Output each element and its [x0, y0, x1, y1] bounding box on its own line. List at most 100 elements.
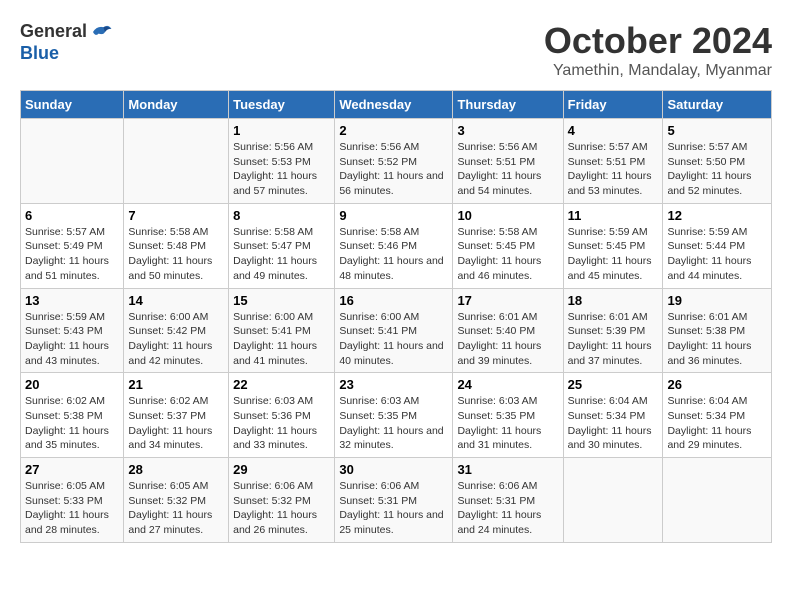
day-info: Sunrise: 6:01 AM Sunset: 5:38 PM Dayligh… [667, 310, 767, 369]
calendar-cell: 26 Sunrise: 6:04 AM Sunset: 5:34 PM Dayli… [663, 373, 772, 458]
day-number: 23 [339, 377, 448, 392]
calendar-cell: 17 Sunrise: 6:01 AM Sunset: 5:40 PM Dayli… [453, 288, 563, 373]
calendar-cell: 9 Sunrise: 5:58 AM Sunset: 5:46 PM Daylig… [335, 203, 453, 288]
day-info: Sunrise: 6:01 AM Sunset: 5:39 PM Dayligh… [568, 310, 659, 369]
day-info: Sunrise: 5:59 AM Sunset: 5:43 PM Dayligh… [25, 310, 119, 369]
day-info: Sunrise: 5:59 AM Sunset: 5:45 PM Dayligh… [568, 225, 659, 284]
calendar-cell [21, 119, 124, 204]
day-info: Sunrise: 6:05 AM Sunset: 5:32 PM Dayligh… [128, 479, 224, 538]
day-number: 7 [128, 208, 224, 223]
day-number: 4 [568, 123, 659, 138]
day-info: Sunrise: 6:00 AM Sunset: 5:41 PM Dayligh… [339, 310, 448, 369]
calendar-week-row: 20 Sunrise: 6:02 AM Sunset: 5:38 PM Dayli… [21, 373, 772, 458]
calendar-cell: 3Sunrise: 5:56 AM Sunset: 5:51 PM Daylig… [453, 119, 563, 204]
calendar-cell: 30Sunrise: 6:06 AM Sunset: 5:31 PM Dayli… [335, 458, 453, 543]
calendar-week-row: 1 Sunrise: 5:56 AM Sunset: 5:53 PM Daylig… [21, 119, 772, 204]
day-info: Sunrise: 5:56 AM Sunset: 5:51 PM Dayligh… [457, 140, 558, 199]
calendar-cell: 13 Sunrise: 5:59 AM Sunset: 5:43 PM Dayli… [21, 288, 124, 373]
calendar-week-row: 6Sunrise: 5:57 AM Sunset: 5:49 PM Daylig… [21, 203, 772, 288]
calendar-cell: 20 Sunrise: 6:02 AM Sunset: 5:38 PM Dayli… [21, 373, 124, 458]
calendar-cell: 25Sunrise: 6:04 AM Sunset: 5:34 PM Dayli… [563, 373, 663, 458]
calendar-cell: 21 Sunrise: 6:02 AM Sunset: 5:37 PM Dayli… [124, 373, 229, 458]
logo-general-text: General [20, 22, 87, 42]
day-number: 2 [339, 123, 448, 138]
day-number: 30 [339, 462, 448, 477]
day-number: 25 [568, 377, 659, 392]
calendar-cell: 4 Sunrise: 5:57 AM Sunset: 5:51 PM Daylig… [563, 119, 663, 204]
day-number: 14 [128, 293, 224, 308]
calendar-cell: 27Sunrise: 6:05 AM Sunset: 5:33 PM Dayli… [21, 458, 124, 543]
calendar-cell: 6Sunrise: 5:57 AM Sunset: 5:49 PM Daylig… [21, 203, 124, 288]
day-info: Sunrise: 6:00 AM Sunset: 5:41 PM Dayligh… [233, 310, 330, 369]
day-header-sunday: Sunday [21, 91, 124, 119]
day-info: Sunrise: 6:02 AM Sunset: 5:37 PM Dayligh… [128, 394, 224, 453]
day-info: Sunrise: 5:58 AM Sunset: 5:48 PM Dayligh… [128, 225, 224, 284]
day-number: 22 [233, 377, 330, 392]
logo: General Blue [20, 20, 113, 64]
day-number: 16 [339, 293, 448, 308]
day-info: Sunrise: 5:58 AM Sunset: 5:46 PM Dayligh… [339, 225, 448, 284]
day-number: 5 [667, 123, 767, 138]
calendar-cell: 15 Sunrise: 6:00 AM Sunset: 5:41 PM Dayli… [229, 288, 335, 373]
day-info: Sunrise: 6:02 AM Sunset: 5:38 PM Dayligh… [25, 394, 119, 453]
day-number: 13 [25, 293, 119, 308]
calendar-table: SundayMondayTuesdayWednesdayThursdayFrid… [20, 90, 772, 543]
day-number: 1 [233, 123, 330, 138]
day-number: 26 [667, 377, 767, 392]
title-block: October 2024 Yamethin, Mandalay, Myanmar [544, 20, 772, 80]
calendar-cell: 16 Sunrise: 6:00 AM Sunset: 5:41 PM Dayli… [335, 288, 453, 373]
day-info: Sunrise: 5:56 AM Sunset: 5:53 PM Dayligh… [233, 140, 330, 199]
day-info: Sunrise: 5:57 AM Sunset: 5:49 PM Dayligh… [25, 225, 119, 284]
day-info: Sunrise: 6:01 AM Sunset: 5:40 PM Dayligh… [457, 310, 558, 369]
day-header-saturday: Saturday [663, 91, 772, 119]
day-info: Sunrise: 5:57 AM Sunset: 5:50 PM Dayligh… [667, 140, 767, 199]
day-info: Sunrise: 5:56 AM Sunset: 5:52 PM Dayligh… [339, 140, 448, 199]
calendar-cell: 1 Sunrise: 5:56 AM Sunset: 5:53 PM Daylig… [229, 119, 335, 204]
day-info: Sunrise: 6:04 AM Sunset: 5:34 PM Dayligh… [667, 394, 767, 453]
day-number: 17 [457, 293, 558, 308]
day-header-thursday: Thursday [453, 91, 563, 119]
calendar-cell: 31 Sunrise: 6:06 AM Sunset: 5:31 PM Dayli… [453, 458, 563, 543]
day-number: 21 [128, 377, 224, 392]
main-title: October 2024 [544, 20, 772, 62]
day-headers-row: SundayMondayTuesdayWednesdayThursdayFrid… [21, 91, 772, 119]
calendar-cell: 2 Sunrise: 5:56 AM Sunset: 5:52 PM Daylig… [335, 119, 453, 204]
day-number: 8 [233, 208, 330, 223]
logo-blue-text: Blue [20, 44, 113, 64]
logo-bird-icon [89, 20, 113, 44]
day-info: Sunrise: 6:06 AM Sunset: 5:32 PM Dayligh… [233, 479, 330, 538]
day-info: Sunrise: 6:06 AM Sunset: 5:31 PM Dayligh… [457, 479, 558, 538]
day-info: Sunrise: 6:03 AM Sunset: 5:35 PM Dayligh… [457, 394, 558, 453]
day-number: 28 [128, 462, 224, 477]
page-header: General Blue October 2024 Yamethin, Mand… [20, 20, 772, 80]
calendar-cell [124, 119, 229, 204]
calendar-cell: 28 Sunrise: 6:05 AM Sunset: 5:32 PM Dayli… [124, 458, 229, 543]
day-number: 9 [339, 208, 448, 223]
calendar-cell: 7 Sunrise: 5:58 AM Sunset: 5:48 PM Daylig… [124, 203, 229, 288]
calendar-cell: 24Sunrise: 6:03 AM Sunset: 5:35 PM Dayli… [453, 373, 563, 458]
calendar-cell: 14Sunrise: 6:00 AM Sunset: 5:42 PM Dayli… [124, 288, 229, 373]
calendar-cell [563, 458, 663, 543]
subtitle: Yamethin, Mandalay, Myanmar [544, 62, 772, 80]
calendar-week-row: 27Sunrise: 6:05 AM Sunset: 5:33 PM Dayli… [21, 458, 772, 543]
day-number: 11 [568, 208, 659, 223]
calendar-cell: 22Sunrise: 6:03 AM Sunset: 5:36 PM Dayli… [229, 373, 335, 458]
day-info: Sunrise: 6:05 AM Sunset: 5:33 PM Dayligh… [25, 479, 119, 538]
day-number: 15 [233, 293, 330, 308]
day-info: Sunrise: 5:59 AM Sunset: 5:44 PM Dayligh… [667, 225, 767, 284]
day-info: Sunrise: 5:57 AM Sunset: 5:51 PM Dayligh… [568, 140, 659, 199]
day-number: 20 [25, 377, 119, 392]
calendar-cell: 19 Sunrise: 6:01 AM Sunset: 5:38 PM Dayli… [663, 288, 772, 373]
day-number: 19 [667, 293, 767, 308]
calendar-week-row: 13 Sunrise: 5:59 AM Sunset: 5:43 PM Dayli… [21, 288, 772, 373]
calendar-cell: 18Sunrise: 6:01 AM Sunset: 5:39 PM Dayli… [563, 288, 663, 373]
day-number: 29 [233, 462, 330, 477]
calendar-cell: 10Sunrise: 5:58 AM Sunset: 5:45 PM Dayli… [453, 203, 563, 288]
day-header-tuesday: Tuesday [229, 91, 335, 119]
calendar-cell: 8Sunrise: 5:58 AM Sunset: 5:47 PM Daylig… [229, 203, 335, 288]
day-number: 31 [457, 462, 558, 477]
calendar-cell [663, 458, 772, 543]
calendar-cell: 11 Sunrise: 5:59 AM Sunset: 5:45 PM Dayli… [563, 203, 663, 288]
calendar-cell: 29 Sunrise: 6:06 AM Sunset: 5:32 PM Dayli… [229, 458, 335, 543]
day-info: Sunrise: 6:03 AM Sunset: 5:35 PM Dayligh… [339, 394, 448, 453]
